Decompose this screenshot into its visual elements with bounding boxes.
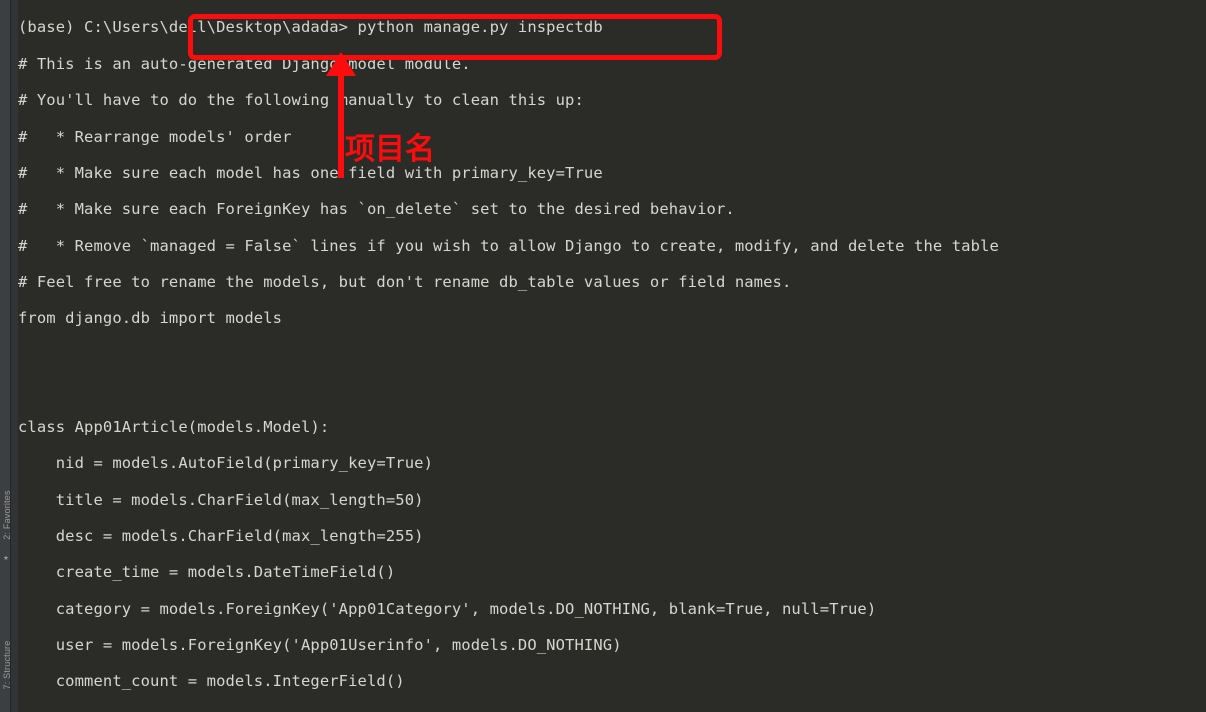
code-line-field: user = models.ForeignKey('App01Userinfo'…	[18, 636, 622, 654]
code-line-class-def: class App01Article(models.Model):	[18, 418, 330, 436]
terminal-line: # * Rearrange models' order	[18, 128, 292, 146]
terminal-line: # You'll have to do the following manual…	[18, 91, 584, 109]
project-name-label: 项目名	[345, 132, 435, 167]
code-line-field: comment_count = models.IntegerField()	[18, 672, 405, 690]
star-icon: ★	[3, 553, 9, 563]
code-line-field: desc = models.CharField(max_length=255)	[18, 527, 424, 545]
sidebar-item-favorites[interactable]: 2: Favorites	[2, 480, 12, 550]
terminal-line: # * Make sure each ForeignKey has `on_de…	[18, 200, 735, 218]
ide-tool-strip	[0, 0, 11, 712]
code-line-field: title = models.CharField(max_length=50)	[18, 491, 424, 509]
terminal-line: # * Remove `managed = False` lines if yo…	[18, 237, 999, 255]
code-line-field: category = models.ForeignKey('App01Categ…	[18, 600, 877, 618]
terminal-window: ★ 2: Favorites 7: Structure (base) C:\Us…	[0, 0, 1206, 712]
terminal-line: # * Make sure each model has one field w…	[18, 164, 603, 182]
ide-tool-strip-gap	[11, 0, 18, 712]
terminal-line: from django.db import models	[18, 309, 283, 327]
terminal-prompt-line: (base) C:\Users\dell\Desktop\adada> pyth…	[18, 18, 603, 36]
terminal-line: # Feel free to rename the models, but do…	[18, 273, 792, 291]
code-line-field: nid = models.AutoField(primary_key=True)	[18, 454, 433, 472]
terminal-output-area[interactable]: (base) C:\Users\dell\Desktop\adada> pyth…	[18, 0, 1206, 712]
sidebar-item-structure[interactable]: 7: Structure	[2, 630, 12, 700]
code-line-field: create_time = models.DateTimeField()	[18, 563, 396, 581]
terminal-line: # This is an auto-generated Django model…	[18, 55, 471, 73]
